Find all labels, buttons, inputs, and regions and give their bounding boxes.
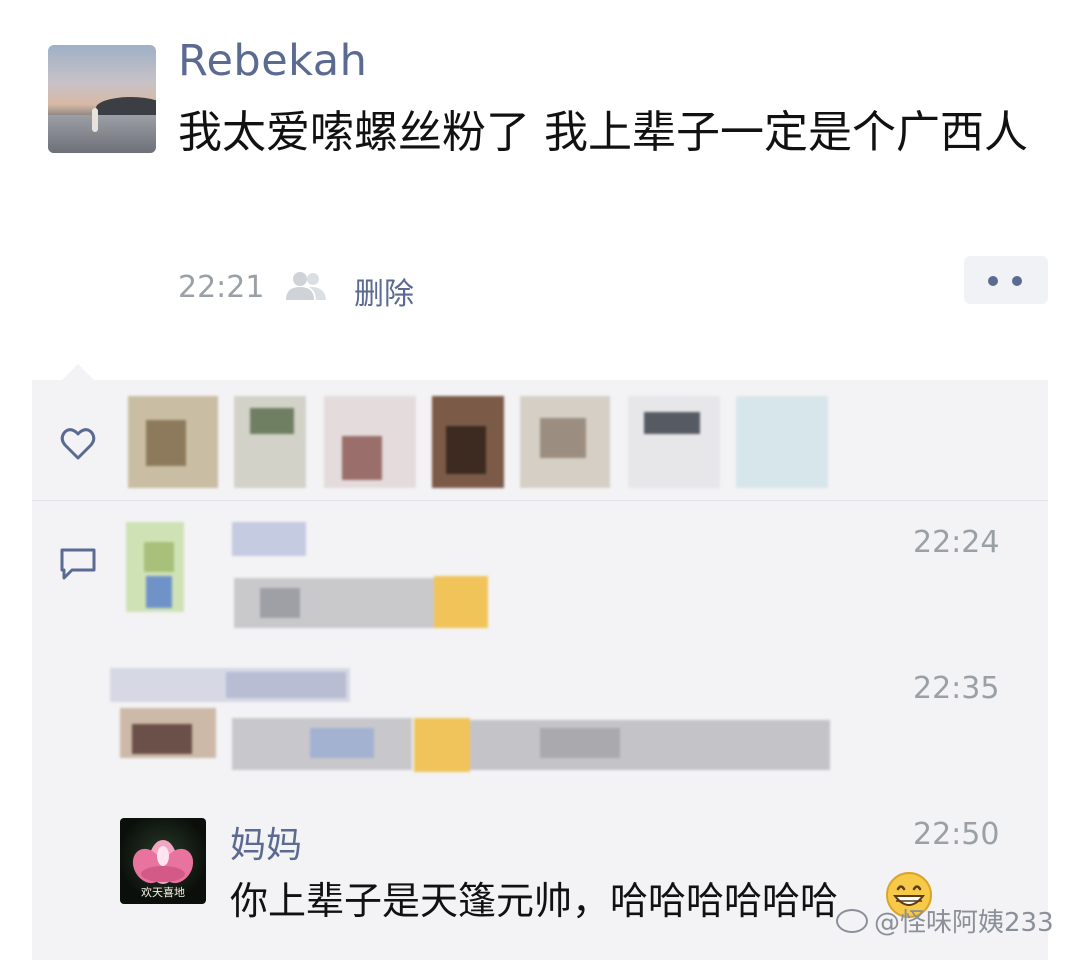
post-text: 我太爱嗦螺丝粉了 我上辈子一定是个广西人 <box>178 107 1028 158</box>
liker-avatars-redacted <box>128 396 828 488</box>
comment-1-redacted <box>126 522 496 634</box>
watermark-text: @怪味阿姨233 <box>874 908 1054 938</box>
comment-2-time: 22:35 <box>913 671 1000 706</box>
panel-arrow <box>62 364 94 380</box>
comment-2-redacted <box>110 668 850 778</box>
comment-3-time: 22:50 <box>913 817 1000 852</box>
watermark: @怪味阿姨233 <box>836 902 1054 939</box>
comment-1-time: 22:24 <box>913 525 1000 560</box>
author-name[interactable]: Rebekah <box>178 36 367 86</box>
comment-3-text: 你上辈子是天篷元帅，哈哈哈哈哈哈 <box>230 879 839 923</box>
author-avatar[interactable] <box>48 45 156 153</box>
more-dots-icon[interactable] <box>964 256 1048 304</box>
post-timestamp: 22:21 <box>178 270 265 305</box>
weibo-icon <box>836 909 868 933</box>
friends-visibility-icon <box>286 272 326 300</box>
commenter-name[interactable]: 妈妈 <box>230 816 302 868</box>
heart-icon <box>60 428 96 460</box>
delete-link[interactable]: 删除 <box>354 269 414 313</box>
likes-divider <box>32 500 1048 501</box>
commenter-avatar-lotus[interactable]: 欢天喜地 <box>120 818 206 904</box>
avatar-caption: 欢天喜地 <box>141 886 185 899</box>
comment-icon <box>60 548 96 580</box>
